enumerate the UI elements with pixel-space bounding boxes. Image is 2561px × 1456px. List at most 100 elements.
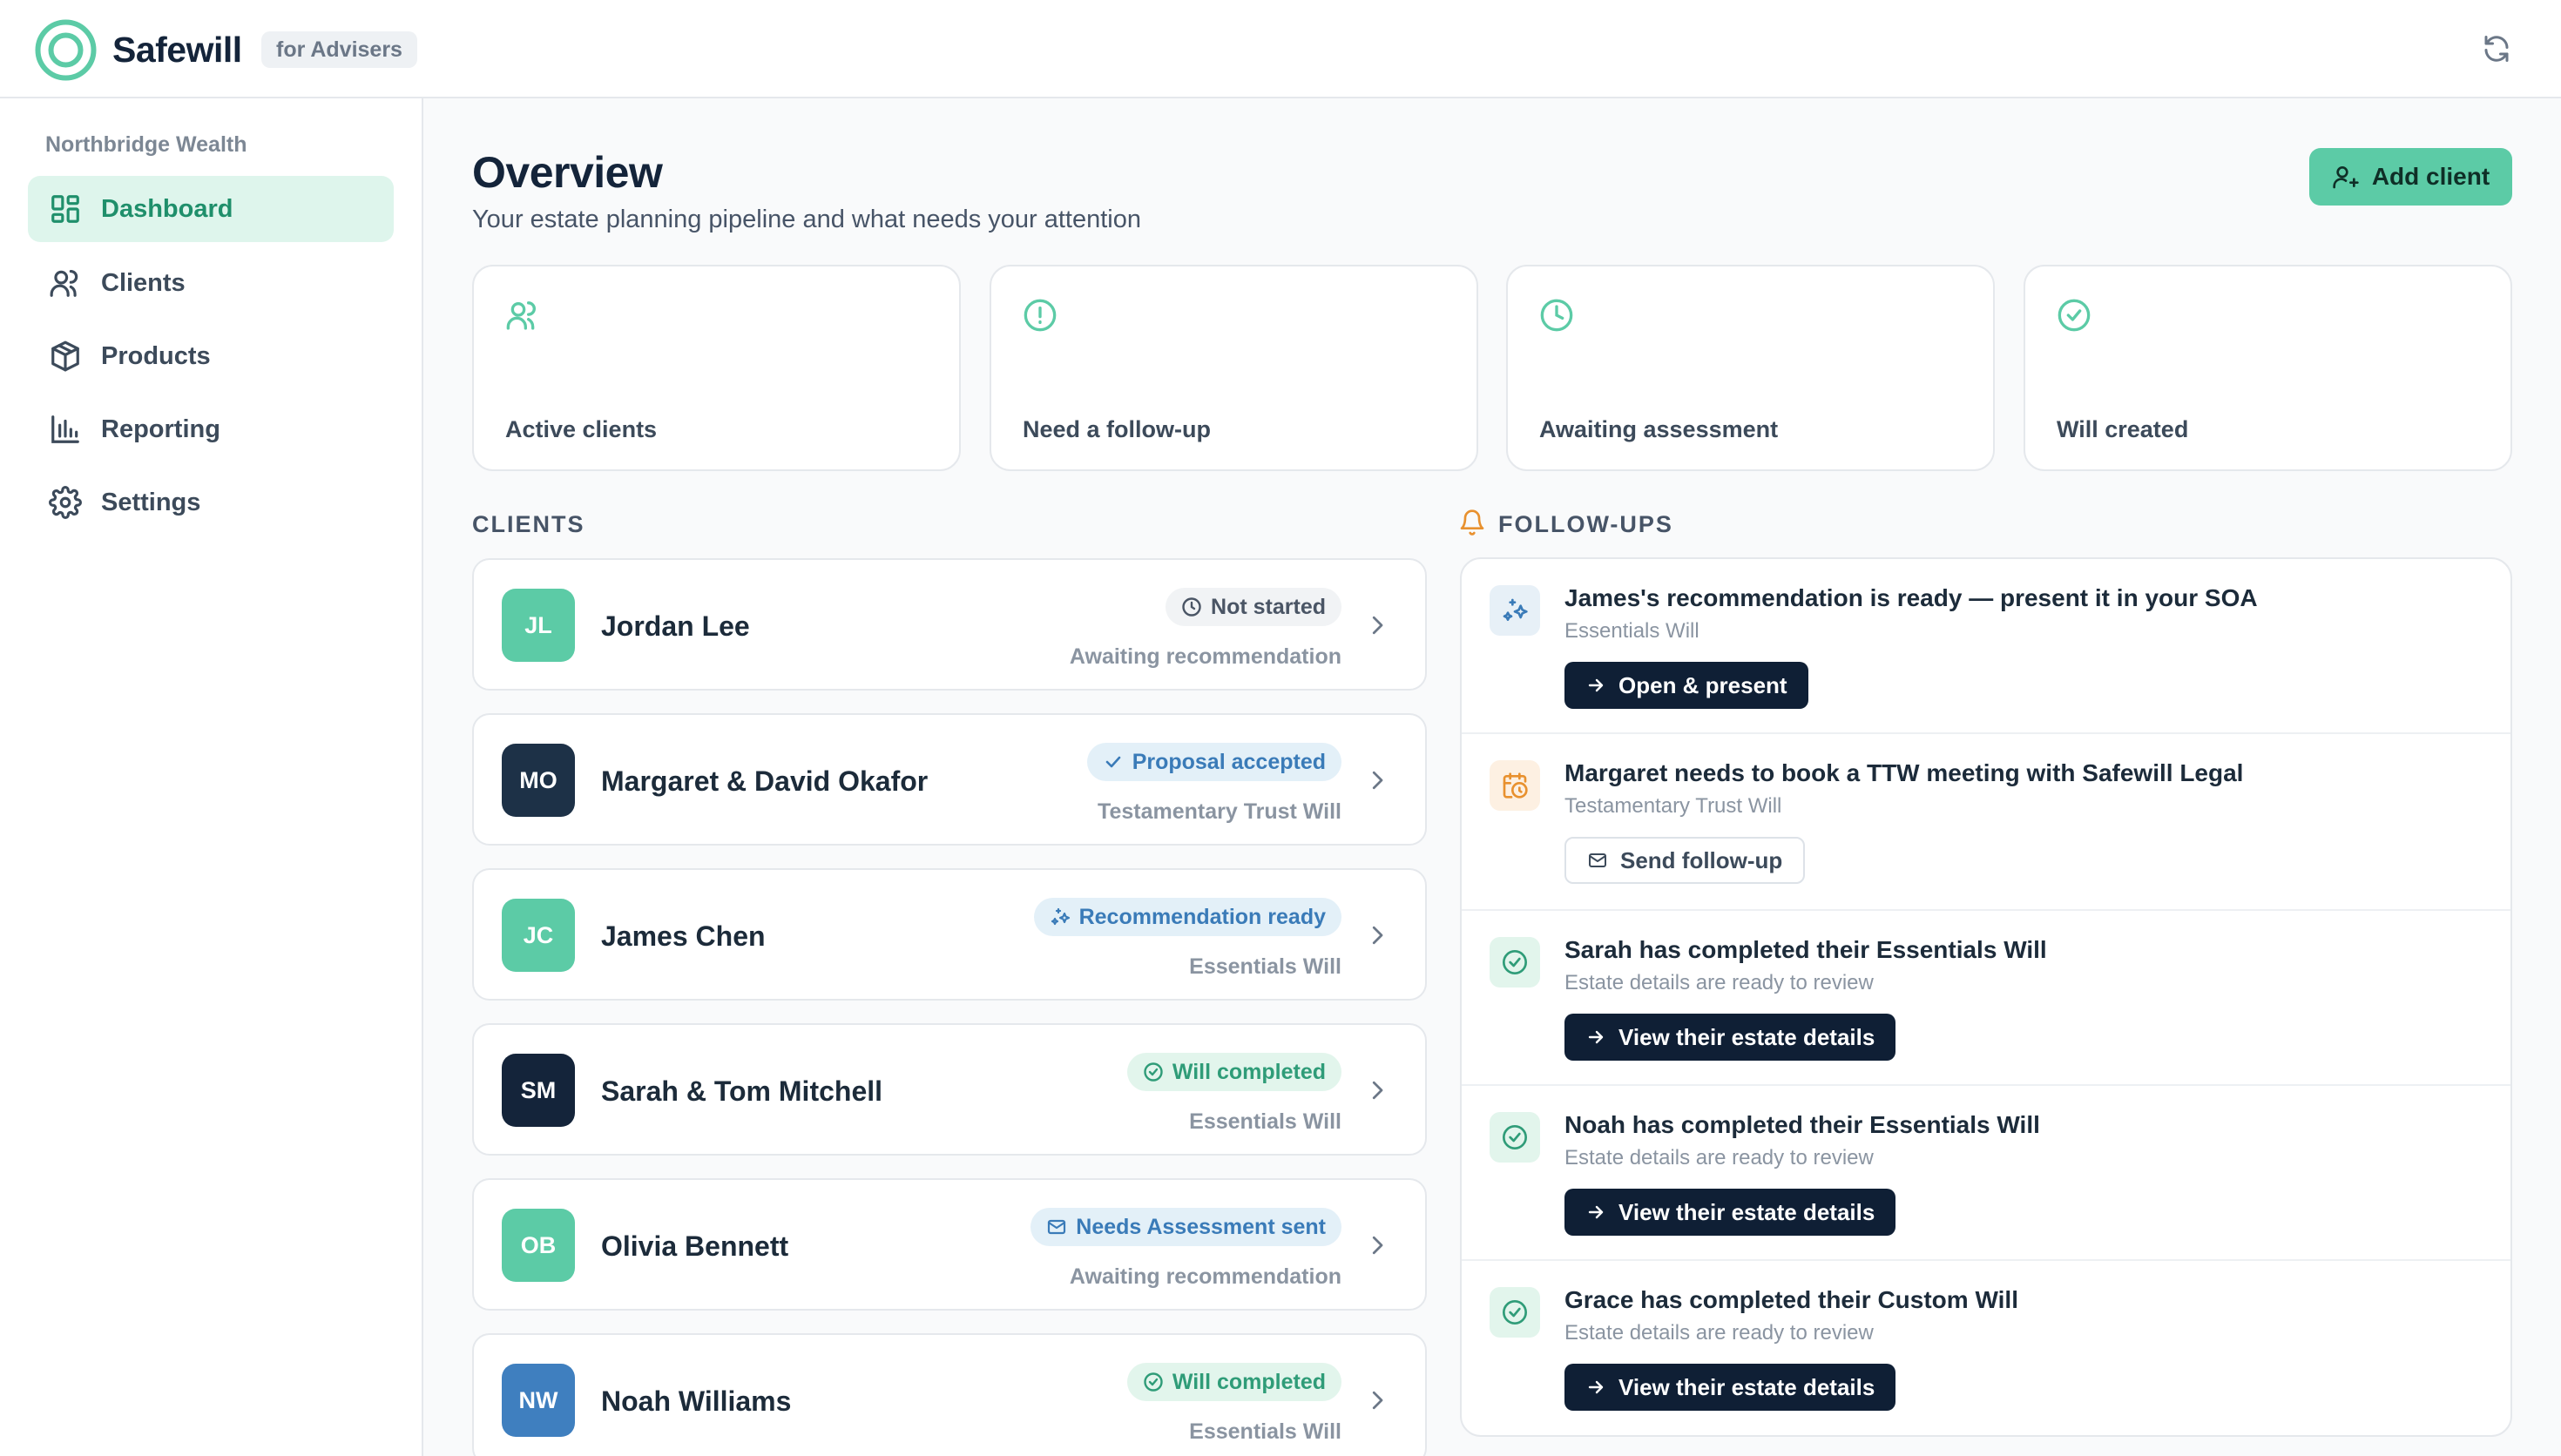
sidebar-item-reporting[interactable]: Reporting: [28, 396, 394, 462]
status-label: Recommendation ready: [1078, 904, 1326, 929]
dashboard-icon: [51, 195, 79, 223]
package-icon: [51, 340, 79, 372]
client-product: Awaiting recommendation: [1069, 644, 1341, 669]
followup-icon-wrap: [1490, 585, 1540, 636]
stat-card-awaiting-assessment: 1 Awaiting assessment: [1506, 265, 1995, 676]
send-follow-up-button[interactable]: Send follow-up: [1564, 837, 1806, 884]
status-label: Not started: [1211, 594, 1326, 619]
followups-section-title: FOLLOW-UPS: [1498, 511, 1673, 537]
followup-item: Grace has completed their Custom Will Es…: [1462, 1261, 2510, 1435]
gear-icon: [49, 486, 82, 519]
open-present-button[interactable]: Open & present: [1564, 662, 1808, 709]
sparkles-icon: [1051, 907, 1070, 926]
client-row[interactable]: MO Margaret & David Okafor Proposal acce…: [472, 713, 1427, 846]
arrow-right-icon: [1588, 678, 1604, 692]
bar-chart-icon: [51, 415, 79, 443]
page-title: Overview: [472, 148, 663, 197]
stat-label: Will created: [2057, 416, 2189, 442]
sidebar-item-label: Dashboard: [101, 194, 233, 223]
brand-tag: for Advisers: [261, 31, 417, 68]
status-label: Proposal accepted: [1132, 749, 1326, 774]
refresh-icon[interactable]: [2481, 33, 2512, 64]
followup-item: Noah has completed their Essentials Will…: [1462, 1086, 2510, 1261]
client-row[interactable]: JC James Chen Recommendation ready Essen…: [472, 868, 1427, 1001]
sidebar-item-settings[interactable]: Settings: [28, 469, 394, 536]
sidebar-item-clients[interactable]: Clients: [28, 250, 394, 316]
stat-card-follow-up: 3 Need a follow-up: [990, 265, 1478, 676]
client-name: Olivia Bennett: [601, 1230, 789, 1262]
sidebar-item-label: Settings: [101, 488, 201, 516]
followup-icon-wrap: [1490, 1287, 1540, 1338]
check-circle-icon: [1503, 1300, 1527, 1325]
users-icon: [506, 301, 536, 330]
followup-subtitle: Testamentary Trust Will: [1564, 794, 1782, 818]
avatar: JL: [502, 589, 575, 662]
followup-title: Grace has completed their Custom Will: [1564, 1286, 2018, 1313]
check-circle-icon: [2058, 299, 2091, 332]
followup-subtitle: Estate details are ready to review: [1564, 1146, 1874, 1170]
avatar: NW: [502, 1364, 575, 1437]
brand-name: Safewill: [112, 30, 242, 70]
user-plus-icon: [2333, 166, 2359, 189]
arrow-right-icon: [1588, 1380, 1604, 1394]
client-product: Awaiting recommendation: [1069, 1264, 1341, 1289]
followup-title: Sarah has completed their Essentials Wil…: [1564, 936, 2047, 963]
client-row[interactable]: NW Noah Williams Will completed Essentia…: [472, 1333, 1427, 1456]
button-label: Open & present: [1618, 671, 1787, 698]
avatar: JC: [502, 899, 575, 972]
client-row[interactable]: JL Jordan Lee Not started Awaiting recom…: [472, 558, 1427, 691]
button-label: View their estate details: [1618, 1198, 1875, 1225]
followup-subtitle: Essentials Will: [1564, 619, 1699, 643]
sidebar-item-dashboard[interactable]: Dashboard: [28, 176, 394, 242]
status-label: Needs Assessment sent: [1076, 1214, 1326, 1239]
sparkles-icon: [1503, 598, 1528, 621]
safewill-logo-icon: [35, 19, 97, 81]
chevron-right-icon: [1372, 1391, 1383, 1410]
status-badge: Not started: [1166, 588, 1341, 626]
view-estate-details-button[interactable]: View their estate details: [1564, 1189, 1896, 1236]
client-product: Essentials Will: [1189, 1109, 1341, 1134]
chevron-right-icon: [1372, 1081, 1383, 1100]
client-name: Margaret & David Okafor: [601, 765, 929, 797]
users-icon: [50, 269, 78, 297]
stat-card-active-clients: 80 Active clients: [472, 265, 961, 676]
client-row[interactable]: SM Sarah & Tom Mitchell Will completed E…: [472, 1023, 1427, 1156]
followups-panel: James's recommendation is ready — presen…: [1460, 557, 2512, 1437]
button-label: View their estate details: [1618, 1373, 1875, 1400]
check-circle-icon: [1503, 950, 1527, 974]
button-label: Send follow-up: [1620, 846, 1783, 873]
status-badge: Needs Assessment sent: [1030, 1208, 1341, 1246]
add-client-label: Add client: [2371, 163, 2490, 190]
status-badge: Proposal accepted: [1086, 743, 1341, 781]
client-row[interactable]: OB Olivia Bennett Needs Assessment sent …: [472, 1178, 1427, 1311]
top-bar: Safewill for Advisers: [0, 0, 2561, 98]
stat-label: Need a follow-up: [1023, 416, 1211, 442]
followup-icon-wrap: [1490, 760, 1540, 811]
client-product: Essentials Will: [1189, 954, 1341, 979]
status-badge: Recommendation ready: [1033, 898, 1341, 936]
org-name: Northbridge Wealth: [45, 132, 247, 157]
chevron-right-icon: [1372, 771, 1383, 790]
followup-subtitle: Estate details are ready to review: [1564, 1321, 1874, 1345]
followup-subtitle: Estate details are ready to review: [1564, 971, 1874, 994]
client-name: James Chen: [601, 920, 766, 952]
avatar: OB: [502, 1209, 575, 1282]
client-name: Sarah & Tom Mitchell: [601, 1075, 883, 1107]
mail-icon: [1589, 853, 1606, 867]
chevron-right-icon: [1372, 1236, 1383, 1255]
view-estate-details-button[interactable]: View their estate details: [1564, 1014, 1896, 1061]
view-estate-details-button[interactable]: View their estate details: [1564, 1364, 1896, 1411]
client-name: Jordan Lee: [601, 610, 750, 642]
stat-card-will-created: 45 Will created: [2024, 265, 2512, 676]
sidebar-item-products[interactable]: Products: [28, 323, 394, 389]
followup-item: Sarah has completed their Essentials Wil…: [1462, 911, 2510, 1086]
check-icon: [1105, 756, 1120, 768]
add-client-button[interactable]: Add client: [2309, 148, 2512, 206]
stat-label: Awaiting assessment: [1539, 416, 1779, 442]
mail-icon: [1048, 1219, 1066, 1235]
client-product: Testamentary Trust Will: [1098, 799, 1341, 824]
clock-icon: [1182, 597, 1201, 617]
arrow-right-icon: [1588, 1030, 1604, 1044]
button-label: View their estate details: [1618, 1023, 1875, 1050]
check-circle-icon: [1503, 1125, 1527, 1149]
